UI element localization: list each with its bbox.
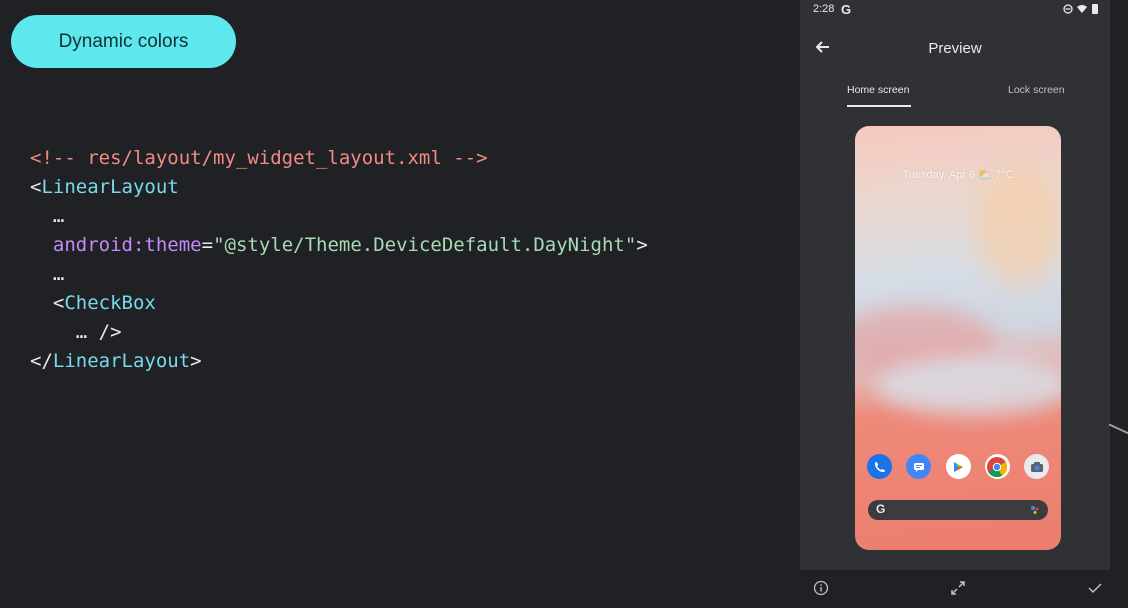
fullscreen-icon[interactable] [950, 580, 966, 600]
code-line-1: <!-- res/layout/my_widget_layout.xml --> [30, 144, 648, 173]
wallpaper-blob [975, 166, 1061, 286]
code-line-5: … [52, 263, 65, 285]
status-bar: 2:28 G [800, 0, 1110, 20]
tab-selected-indicator [847, 105, 911, 107]
code-line-3: … [52, 205, 65, 227]
info-icon[interactable] [813, 580, 829, 600]
dynamic-colors-badge: Dynamic colors [11, 15, 236, 68]
code-line-4: android:theme="@style/Theme.DeviceDefaul… [52, 234, 648, 256]
badge-label: Dynamic colors [58, 30, 189, 52]
mic-icon[interactable] [1030, 505, 1040, 515]
status-icons [1063, 3, 1101, 18]
code-snippet: <!-- res/layout/my_widget_layout.xml -->… [30, 144, 648, 376]
preview-tabs: Home screen Lock screen [800, 80, 1110, 110]
chrome-icon[interactable] [984, 454, 1010, 479]
check-icon[interactable] [1087, 580, 1103, 600]
bottom-action-bar [800, 570, 1128, 608]
code-attribute: android:theme [52, 234, 202, 256]
phone-screen: 2:28 G Preview Home screen Lock screen T… [800, 0, 1110, 608]
home-screen-preview: Tuesday, Apr 6 ⛅ 7°C G [855, 126, 1061, 550]
page-title: Preview [928, 40, 982, 57]
phone-icon[interactable] [867, 454, 892, 479]
wallpaper-blob [875, 356, 1061, 416]
code-line-2: <LinearLayout [30, 176, 179, 198]
google-g-icon: G [876, 502, 886, 516]
code-line-7: … /> [75, 321, 122, 343]
google-search-bar[interactable]: G [868, 500, 1048, 520]
code-tag: LinearLayout [41, 176, 179, 198]
code-line-6: <CheckBox [52, 292, 156, 314]
code-tag: CheckBox [64, 292, 156, 314]
tab-home-screen[interactable]: Home screen [847, 84, 909, 96]
code-line-8: </LinearLayout> [30, 350, 202, 372]
code-comment: <!-- res/layout/my_widget_layout.xml --> [30, 147, 488, 169]
google-status-icon: G [841, 2, 852, 17]
camera-icon[interactable] [1024, 454, 1049, 479]
status-time: 2:28 [813, 3, 835, 15]
code-tag: LinearLayout [52, 350, 191, 372]
status-icons-glyphs [1063, 4, 1098, 14]
code-string: "@style/Theme.DeviceDefault.DayNight" [213, 234, 637, 256]
app-dock [867, 454, 1049, 480]
app-bar: Preview [800, 30, 1110, 70]
cursor-line [1108, 423, 1128, 435]
play-store-icon[interactable] [945, 454, 971, 479]
messages-icon[interactable] [906, 454, 932, 479]
tab-lock-screen[interactable]: Lock screen [1008, 84, 1065, 96]
date-weather-widget: Tuesday, Apr 6 ⛅ 7°C [902, 169, 1014, 181]
